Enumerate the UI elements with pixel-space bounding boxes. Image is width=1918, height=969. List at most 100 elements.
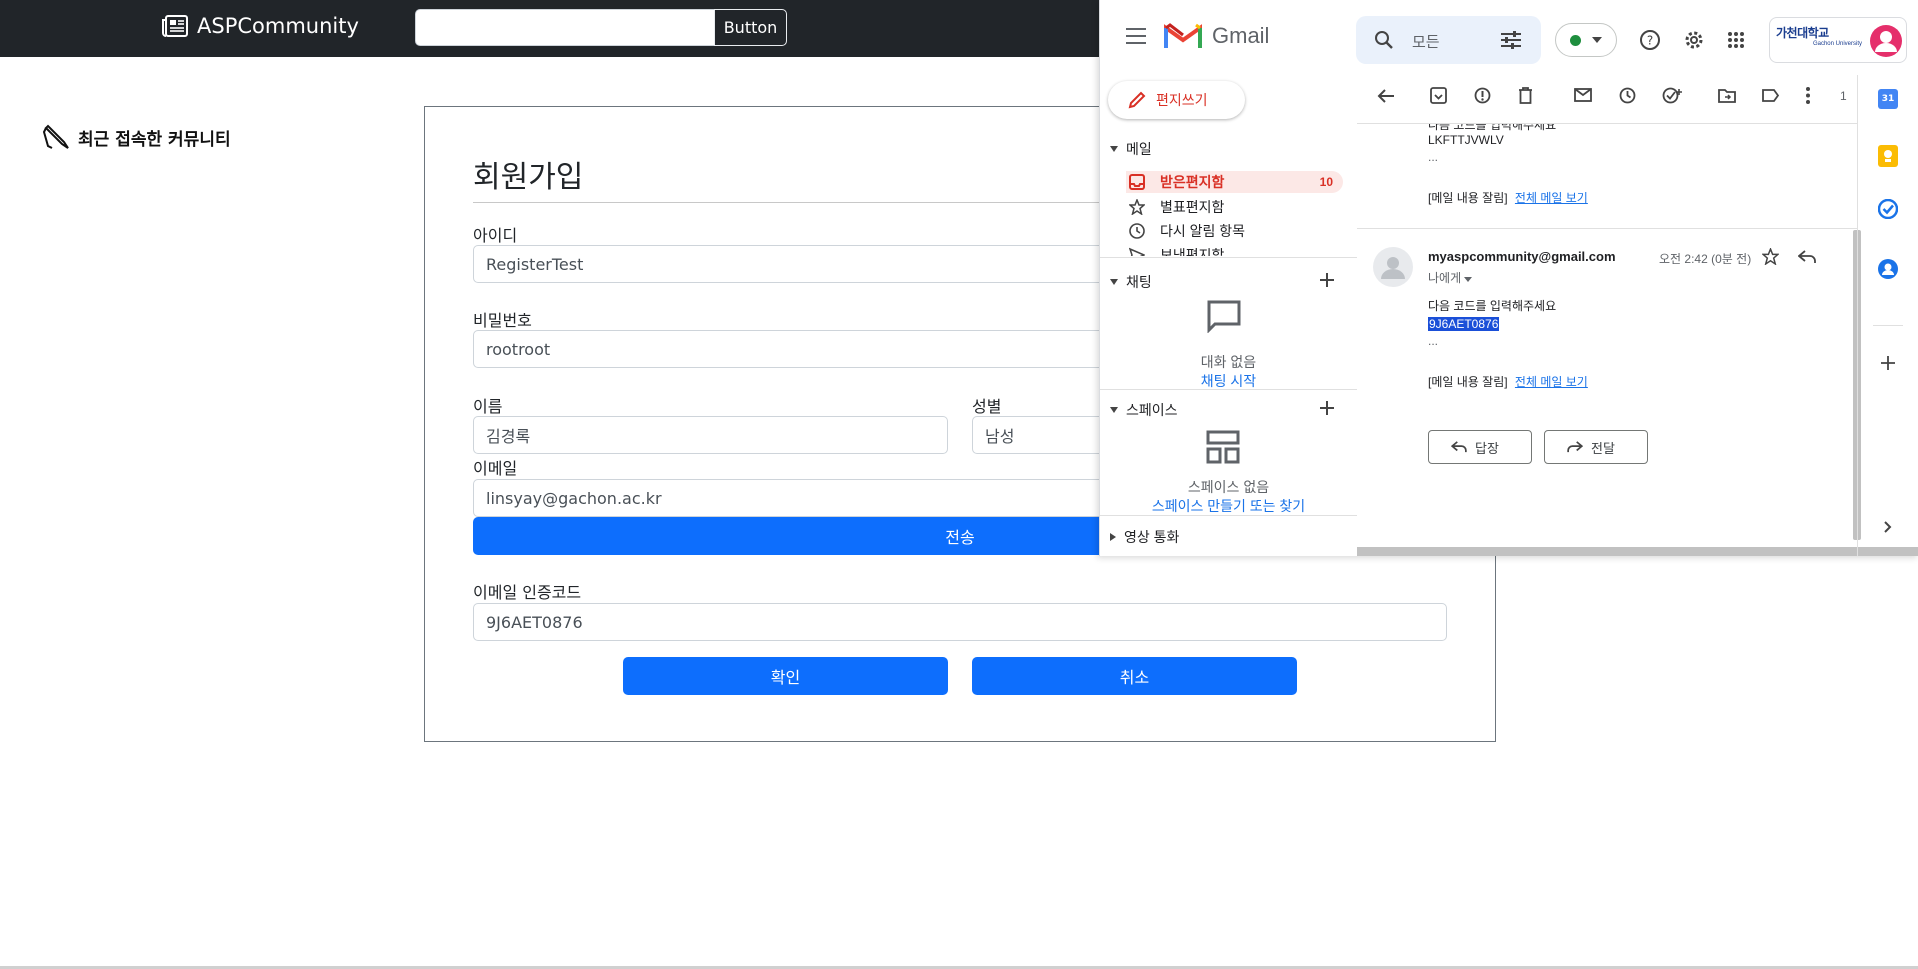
tasks-icon[interactable]: [1878, 199, 1898, 219]
help-icon[interactable]: ?: [1639, 29, 1661, 51]
gender-label: 성별: [972, 397, 1002, 416]
add-task-icon[interactable]: [1662, 87, 1682, 104]
mark-unread-icon[interactable]: [1574, 88, 1592, 102]
compose-button[interactable]: 편지쓰기: [1108, 81, 1245, 119]
label-icon[interactable]: [1762, 89, 1779, 102]
section-video-label: 영상 통화: [1124, 529, 1180, 545]
spaces-icon: [1206, 430, 1240, 464]
university-logo-text: 가천대학교: [1776, 26, 1829, 40]
recipient-label: 나에게: [1428, 271, 1462, 285]
back-arrow-icon[interactable]: [1377, 88, 1395, 104]
pencil-icon: [1128, 91, 1146, 109]
reply-icon: [1451, 441, 1467, 453]
sender-email[interactable]: myaspcommunity@gmail.com: [1428, 249, 1616, 264]
account-switcher[interactable]: 가천대학교 Gachon University: [1769, 17, 1907, 63]
message-code-highlighted[interactable]: 9J6AET0876: [1428, 317, 1500, 331]
sender-avatar[interactable]: [1373, 247, 1413, 287]
reply-label: 답장: [1475, 440, 1499, 456]
apps-grid-icon[interactable]: [1727, 31, 1745, 49]
sidebar-item-inbox[interactable]: 받은편지함 10: [1126, 171, 1343, 193]
email-label: 이메일: [473, 459, 518, 478]
add-space-icon[interactable]: [1319, 400, 1335, 416]
svg-text:?: ?: [1647, 34, 1653, 48]
sidebar-item-label: 받은편지함: [1160, 174, 1225, 190]
compose-label: 편지쓰기: [1156, 92, 1208, 108]
section-chat[interactable]: 채팅: [1110, 272, 1152, 292]
sidebar-scroll-clip: 보낸편지함: [1100, 244, 1357, 256]
prev-message-code: LKFTTJVWLV: [1428, 133, 1504, 147]
recent-communities-title: 최근 접속한 커뮤니티: [78, 129, 231, 150]
view-full-message-link[interactable]: 전체 메일 보기: [1515, 375, 1588, 389]
view-full-message-link[interactable]: 전체 메일 보기: [1515, 191, 1588, 205]
caret-down-icon: [1110, 146, 1118, 152]
report-spam-icon[interactable]: [1474, 87, 1491, 104]
section-video-call[interactable]: 영상 통화: [1110, 527, 1179, 547]
prev-message-clip: [메일 내용 잘림] 전체 메일 보기: [1428, 189, 1588, 206]
sidebar-item-label: 보낸편지함: [1160, 247, 1225, 256]
gmail-search-input[interactable]: 모든: [1356, 16, 1541, 64]
brand-link[interactable]: ASPCommunity: [161, 14, 359, 38]
horizontal-scrollbar[interactable]: [1357, 547, 1918, 556]
reply-button[interactable]: 답장: [1428, 430, 1532, 464]
confirm-button[interactable]: 확인: [623, 657, 948, 695]
move-to-icon[interactable]: [1718, 88, 1736, 103]
prev-message-line: 다음 코드를 입력해주세요: [1428, 124, 1557, 132]
message-line: 다음 코드를 입력해주세요: [1428, 299, 1557, 313]
forward-label: 전달: [1591, 440, 1615, 456]
clip-notice: [메일 내용 잘림]: [1428, 191, 1508, 205]
send-icon: [1126, 247, 1148, 256]
chevron-down-icon: [1592, 37, 1602, 43]
add-chat-icon[interactable]: [1319, 272, 1335, 288]
gmail-logo[interactable]: Gmail: [1164, 22, 1269, 50]
inbox-icon: [1126, 174, 1148, 190]
settings-gear-icon[interactable]: [1683, 29, 1705, 51]
nav-search-button[interactable]: Button: [714, 9, 787, 46]
menu-icon[interactable]: [1126, 28, 1148, 44]
reply-icon[interactable]: [1798, 250, 1816, 264]
calendar-icon[interactable]: 31: [1878, 89, 1898, 109]
prev-message-ellipsis: ...: [1428, 150, 1439, 164]
code-label: 이메일 인증코드: [473, 583, 582, 602]
snooze-icon[interactable]: [1619, 87, 1636, 104]
spaces-create-link[interactable]: 스페이스 만들기 또는 찾기: [1100, 496, 1357, 516]
password-label: 비밀번호: [473, 311, 532, 330]
add-addon-icon[interactable]: [1881, 356, 1895, 370]
section-spaces-label: 스페이스: [1126, 402, 1178, 418]
sidebar-item-snoozed[interactable]: 다시 알림 항목: [1126, 220, 1343, 242]
search-placeholder: 모든: [1412, 34, 1440, 51]
trash-icon[interactable]: [1518, 87, 1533, 104]
name-label: 이름: [473, 397, 503, 416]
chevron-right-icon[interactable]: [1884, 521, 1892, 533]
chat-bubble-icon: [1207, 300, 1241, 333]
nav-search-input[interactable]: [415, 9, 715, 46]
status-selector[interactable]: [1555, 23, 1617, 57]
sidebar-item-sent[interactable]: 보낸편지함: [1126, 244, 1343, 256]
verification-code-field[interactable]: 9J6AET0876: [473, 603, 1447, 641]
caret-down-icon: [1110, 279, 1118, 285]
search-icon: [1375, 31, 1393, 49]
cancel-button[interactable]: 취소: [972, 657, 1297, 695]
more-vert-icon[interactable]: [1806, 87, 1810, 104]
university-logo: 가천대학교 Gachon University: [1776, 24, 1862, 58]
recipient-toggle[interactable]: 나에게: [1428, 269, 1473, 286]
section-mail[interactable]: 메일: [1110, 139, 1152, 159]
sidebar-item-starred[interactable]: 별표편지함: [1126, 196, 1343, 218]
chat-start-link[interactable]: 채팅 시작: [1100, 371, 1357, 391]
search-options-icon[interactable]: [1501, 31, 1521, 49]
rail-divider: [1857, 75, 1858, 556]
forward-button[interactable]: 전달: [1544, 430, 1648, 464]
keep-icon[interactable]: [1878, 145, 1898, 167]
name-field[interactable]: 김경록: [473, 416, 948, 454]
recent-communities-header: 최근 접속한 커뮤니티: [42, 122, 231, 152]
forward-icon: [1567, 441, 1583, 453]
gmail-logo-text: Gmail: [1212, 23, 1270, 48]
contacts-icon[interactable]: [1878, 259, 1898, 279]
clock-icon: [1126, 223, 1148, 239]
avatar[interactable]: [1870, 25, 1902, 57]
university-logo-sub: Gachon University: [1812, 41, 1862, 47]
section-chat-label: 채팅: [1126, 274, 1152, 290]
section-spaces[interactable]: 스페이스: [1110, 400, 1178, 420]
message-time: 오전 2:42 (0분 전): [1659, 252, 1752, 266]
star-icon[interactable]: [1762, 248, 1779, 265]
archive-icon[interactable]: [1430, 87, 1447, 104]
